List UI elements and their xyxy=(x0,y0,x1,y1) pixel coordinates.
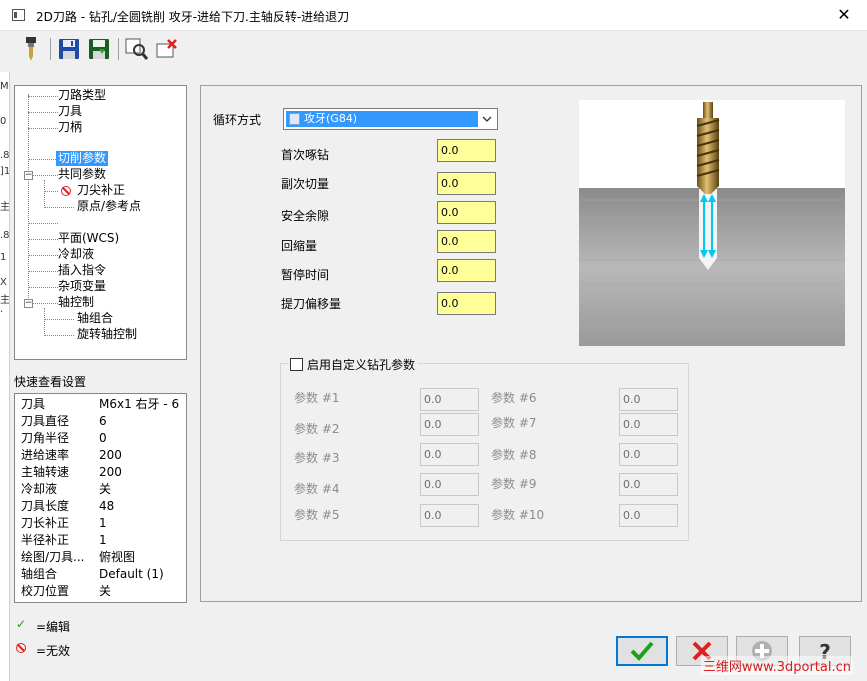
tree-item-canned-text[interactable]: 插入指令 xyxy=(58,263,106,278)
param-3-input[interactable]: 0.0 xyxy=(420,443,479,466)
quick-view-list: 刀具 M6x1 右牙 - 6 刀具直径 6 刀角半径 0 进给速率 200 主轴转速 20… xyxy=(14,393,187,603)
cycle-select[interactable]: 攻牙(G84) xyxy=(283,108,498,130)
quick-view-row: 进给速率 200 xyxy=(21,448,122,462)
tree-item-plane-wcs[interactable]: 平面(WCS) xyxy=(58,231,119,246)
view-icon[interactable] xyxy=(124,36,150,62)
param-4-label: 参数 #4 xyxy=(294,482,340,496)
save-icon[interactable] xyxy=(56,36,82,62)
quick-view-row: 绘图/刀具... 俯视图 xyxy=(21,550,136,564)
retract-amount-label: 回缩量 xyxy=(281,239,318,253)
param-7-input[interactable]: 0.0 xyxy=(619,413,678,436)
tree-item-axis-combination[interactable]: 轴组合 xyxy=(77,311,113,326)
subsequent-peck-input[interactable]: 0.0 xyxy=(437,172,496,195)
tap-icon xyxy=(289,113,300,125)
tree-item-axis-control[interactable]: 轴控制 xyxy=(58,295,94,310)
background-window-edge: MI 0 ]1 .8 主 .8 1 X 主 . xyxy=(0,72,10,681)
tree-item-common-parameters[interactable]: 共同参数 xyxy=(58,167,106,182)
collapse-toggle[interactable]: − xyxy=(24,299,33,308)
quick-view-row: 刀具长度 48 xyxy=(21,499,115,513)
param-4-input[interactable]: 0.0 xyxy=(420,473,479,496)
retract-amount-input[interactable]: 0.0 xyxy=(437,230,496,253)
safety-clearance-input[interactable]: 0.0 xyxy=(437,201,496,224)
checkbox-box[interactable] xyxy=(290,357,303,371)
tool-icon[interactable] xyxy=(18,36,44,62)
collapse-toggle[interactable]: − xyxy=(24,171,33,180)
first-peck-input[interactable]: 0.0 xyxy=(437,139,496,162)
quick-view-row: 主轴转速 200 xyxy=(21,465,122,479)
param-5-label: 参数 #5 xyxy=(294,508,340,522)
tree-item-home-ref-point[interactable]: 原点/参考点 xyxy=(77,199,141,214)
param-8-input[interactable]: 0.0 xyxy=(619,443,678,466)
param-9-input[interactable]: 0.0 xyxy=(619,473,678,496)
quick-view-row: 刀具直径 6 xyxy=(21,414,107,428)
tree-item-cut-parameters[interactable]: 切削参数 xyxy=(56,151,109,166)
dwell-input[interactable]: 0.0 xyxy=(437,259,496,282)
close-button[interactable]: ✕ xyxy=(821,0,867,31)
param-3-label: 参数 #3 xyxy=(294,451,340,465)
quick-view-row: 刀具 M6x1 右牙 - 6 xyxy=(21,397,180,411)
quick-view-row: 冷却液关 xyxy=(21,482,112,496)
param-6-label: 参数 #6 xyxy=(491,391,537,405)
tree-item-misc-values[interactable]: 杂项变量 xyxy=(58,279,106,294)
custom-drill-checkbox[interactable]: 启用自定义钻孔参数 xyxy=(289,357,419,372)
tree-item-tool[interactable]: 刀具 xyxy=(58,104,82,119)
param-10-label: 参数 #10 xyxy=(491,508,545,522)
tree-item-rotary-axis-control[interactable]: 旋转轴控制 xyxy=(77,327,137,342)
check-icon xyxy=(630,641,654,661)
quick-view-row: 轴组合 Default (1) xyxy=(21,567,164,581)
subsequent-peck-label: 副次切量 xyxy=(281,177,330,191)
ok-button[interactable] xyxy=(616,636,668,666)
app-icon xyxy=(12,9,25,21)
param-9-label: 参数 #9 xyxy=(491,477,537,491)
param-6-input[interactable]: 0.0 xyxy=(619,388,678,411)
tree-item-toolpath-type[interactable]: 刀路类型 xyxy=(58,88,106,103)
param-2-input[interactable]: 0.0 xyxy=(420,413,479,436)
first-peck-label: 首次啄钻 xyxy=(281,148,330,162)
cycle-label: 循环方式 xyxy=(213,113,262,127)
param-2-label: 参数 #2 xyxy=(294,422,340,436)
save-as-icon[interactable] xyxy=(86,36,112,62)
param-7-label: 参数 #7 xyxy=(491,416,537,430)
tree-item-tip-comp[interactable]: 刀尖补正 xyxy=(77,183,125,198)
cycle-selected-value: 攻牙(G84) xyxy=(286,111,478,127)
parameter-tree[interactable]: 刀路类型 刀具 刀柄 切削参数 − 共同参数 刀尖补正 原点/参考点 平面(WC… xyxy=(14,85,187,360)
delete-icon[interactable] xyxy=(154,36,180,62)
disabled-icon xyxy=(16,643,26,653)
shift-label: 提刀偏移量 xyxy=(281,297,342,311)
quick-view-title: 快速查看设置 xyxy=(14,375,87,389)
quick-view-row: 刀角半径 0 xyxy=(21,431,107,445)
toolbar-separator xyxy=(118,38,119,60)
disabled-icon xyxy=(61,186,71,196)
title-bar: 2D刀路 - 钻孔/全圆铣削 攻牙-进给下刀.主轴反转-进给退刀 ✕ xyxy=(0,0,867,31)
window-title: 2D刀路 - 钻孔/全圆铣削 攻牙-进给下刀.主轴反转-进给退刀 xyxy=(36,10,350,24)
param-1-input[interactable]: 0.0 xyxy=(420,388,479,411)
watermark: 三维网www.3dportal.cn xyxy=(700,656,853,675)
param-8-label: 参数 #8 xyxy=(491,448,537,462)
quick-view-row: 半径补正 1 xyxy=(21,533,107,547)
tree-item-holder[interactable]: 刀柄 xyxy=(58,120,82,135)
shift-input[interactable]: 0.0 xyxy=(437,292,496,315)
param-10-input[interactable]: 0.0 xyxy=(619,504,678,527)
param-5-input[interactable]: 0.0 xyxy=(420,504,479,527)
toolbar xyxy=(10,34,190,66)
toolbar-separator xyxy=(50,38,51,60)
chevron-down-icon[interactable] xyxy=(479,110,495,128)
tap-illustration xyxy=(579,100,845,346)
quick-view-row: 刀长补正 1 xyxy=(21,516,107,530)
tree-item-coolant[interactable]: 冷却液 xyxy=(58,247,94,262)
safety-clearance-label: 安全余隙 xyxy=(281,209,330,223)
dwell-label: 暂停时间 xyxy=(281,268,330,282)
quick-view-row: 校刀位置关 xyxy=(21,584,112,598)
param-1-label: 参数 #1 xyxy=(294,391,340,405)
check-icon: ✓ xyxy=(16,617,27,631)
